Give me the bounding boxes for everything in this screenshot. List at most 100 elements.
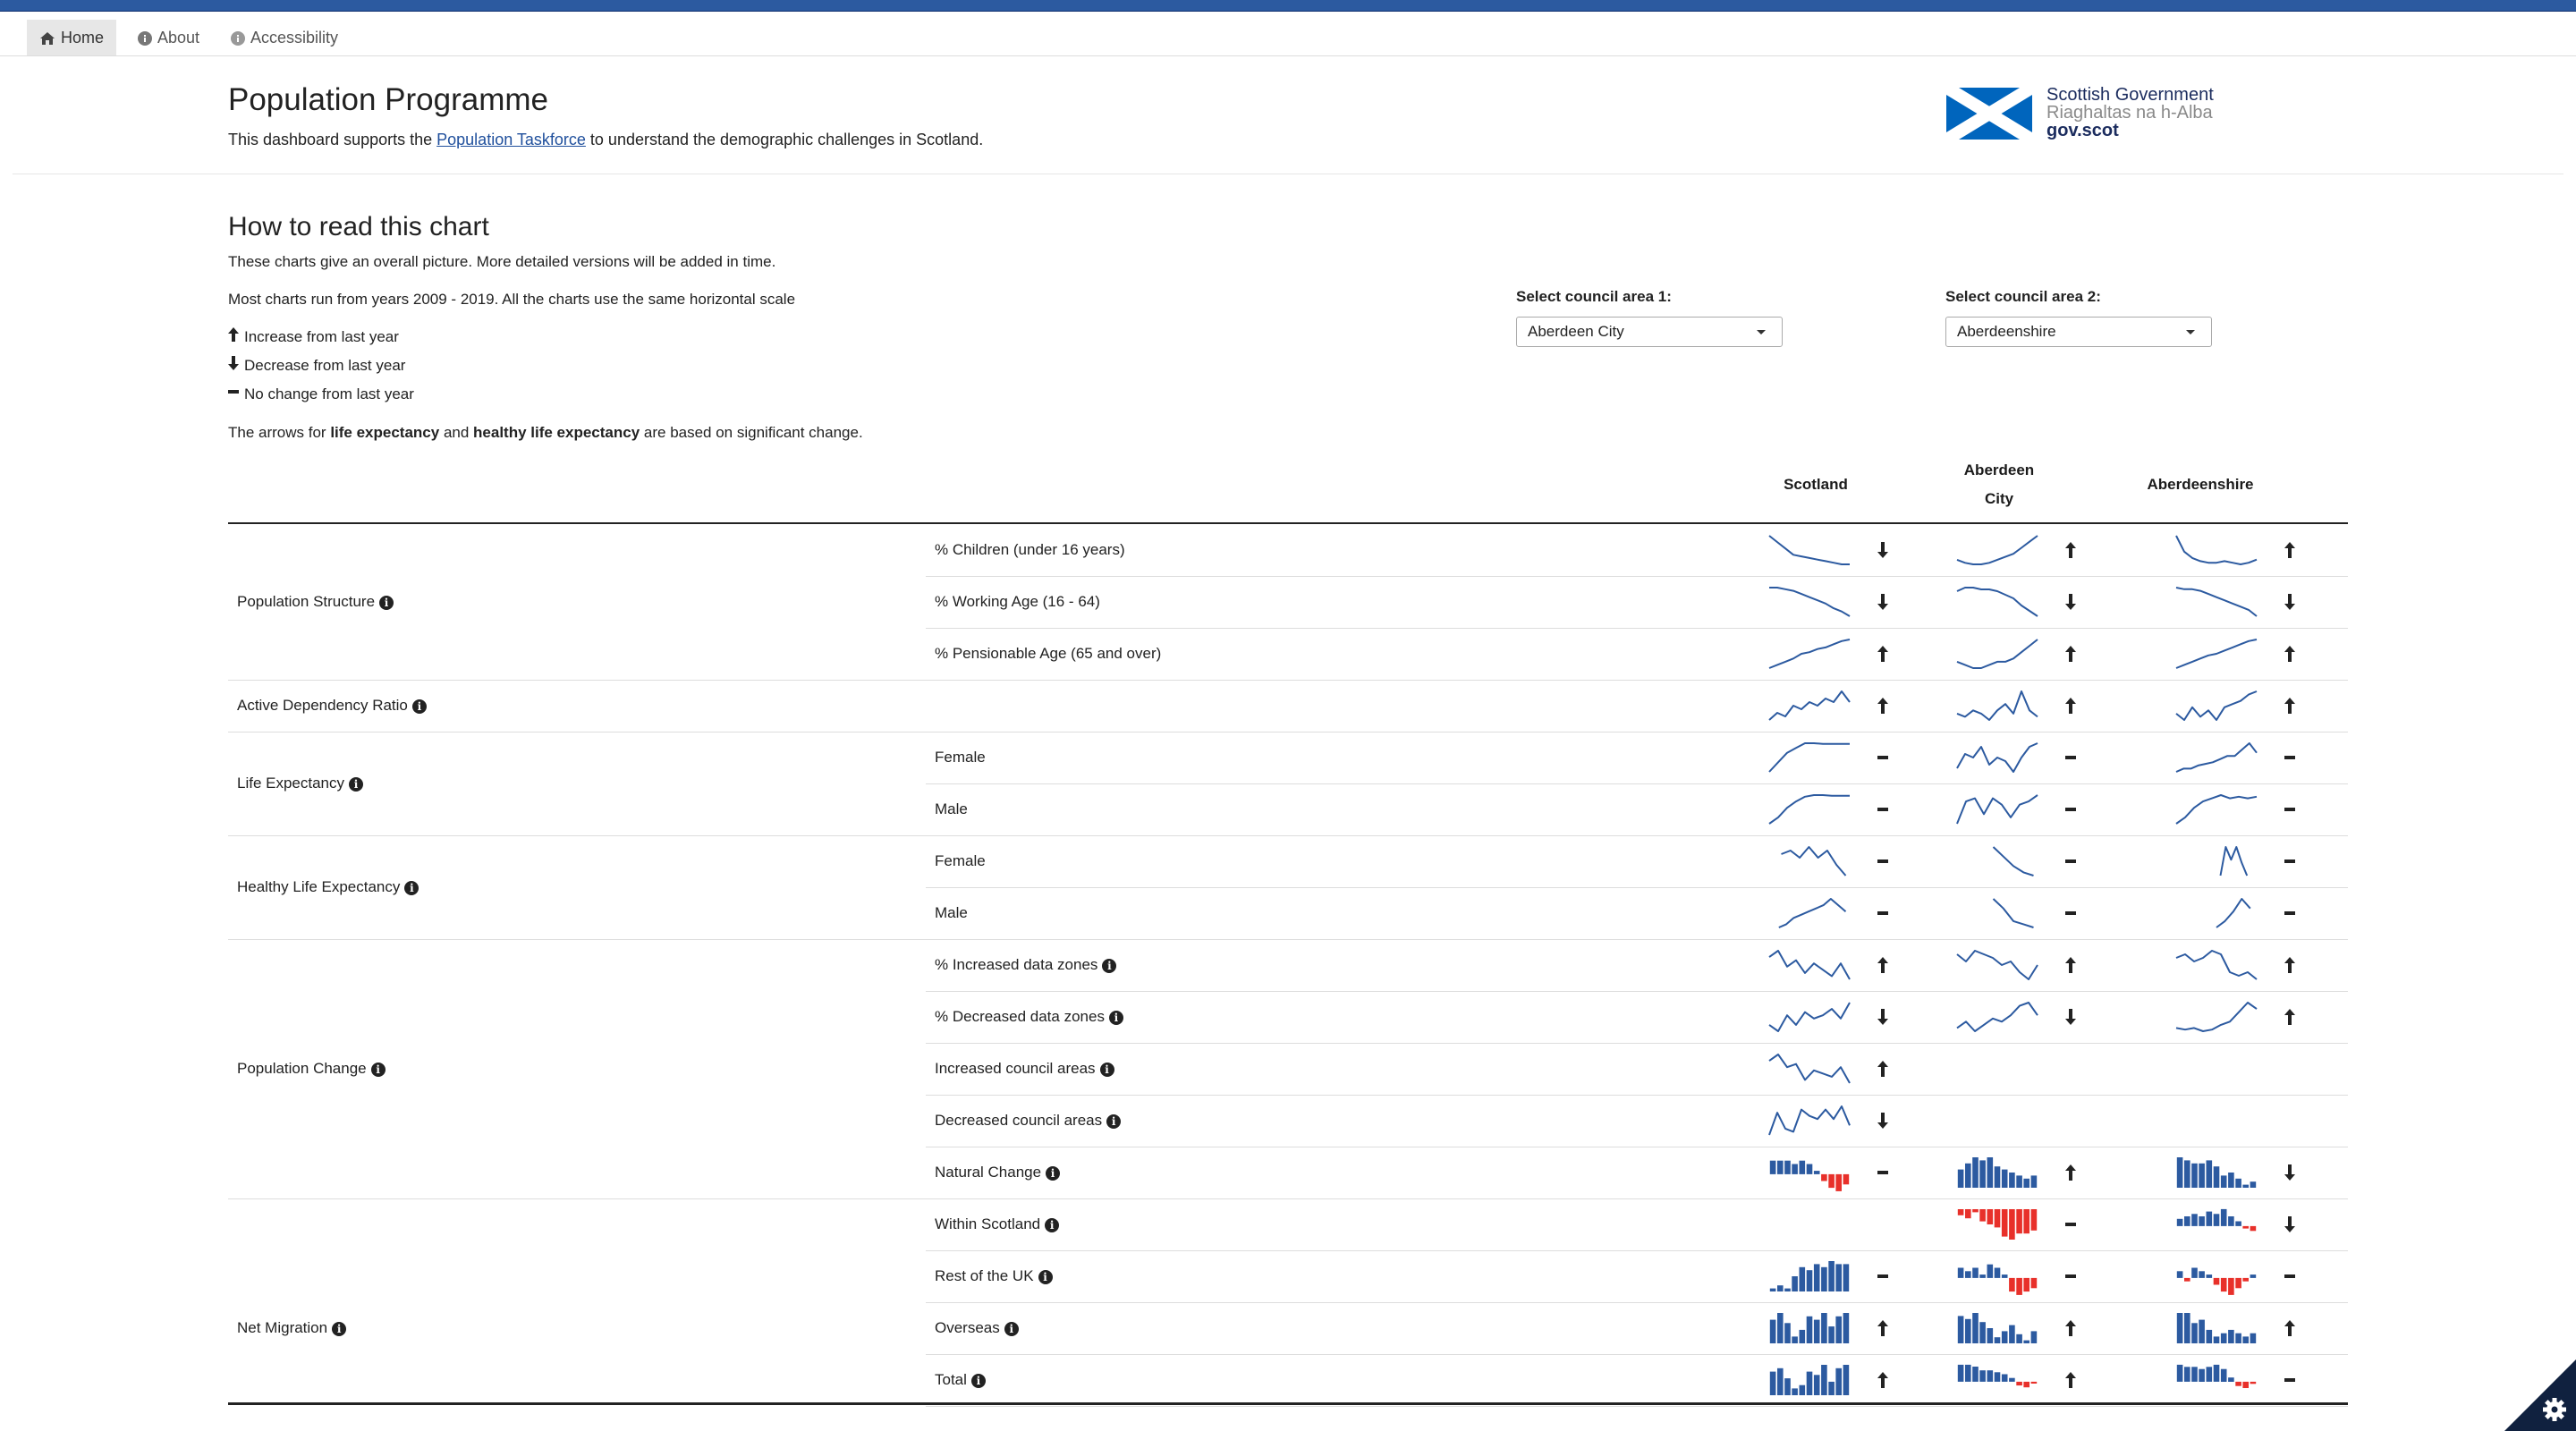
sparkline-bar bbox=[2235, 1221, 2241, 1226]
sparkline-bar bbox=[2213, 1336, 2220, 1343]
sparkline-bar bbox=[1792, 1164, 1798, 1174]
sparkline-bar bbox=[1792, 1388, 1798, 1395]
settings-gear-icon[interactable] bbox=[2504, 1359, 2576, 1431]
sparkline-bar bbox=[2001, 1331, 2008, 1343]
bar-sparkline bbox=[1769, 1261, 1850, 1291]
group-divider bbox=[228, 680, 2348, 681]
indicator-label: Within Scotland i bbox=[935, 1215, 1060, 1233]
line-sparkline bbox=[2219, 846, 2249, 876]
sparkline-bar bbox=[1806, 1371, 1813, 1395]
bar-sparkline bbox=[1769, 1160, 1850, 1191]
sparkline-bar bbox=[1784, 1323, 1791, 1343]
sparkline-path bbox=[1956, 1002, 2038, 1032]
indicator-info-icon[interactable]: i bbox=[1106, 1114, 1122, 1129]
category-info-icon[interactable]: i bbox=[370, 1063, 386, 1077]
sparkline-bar bbox=[2023, 1381, 2029, 1388]
bar-sparkline bbox=[2176, 1267, 2257, 1295]
arrow-down-icon bbox=[1877, 1009, 1888, 1025]
sparkline-path bbox=[1768, 950, 1851, 980]
indicator-label-text: Natural Change bbox=[935, 1164, 1042, 1181]
sparkline-path bbox=[1768, 1054, 1851, 1084]
council-area-1-select[interactable]: Aberdeen City bbox=[1516, 317, 1783, 347]
sparkline-bar bbox=[2030, 1277, 2038, 1289]
sparkline-bar bbox=[2199, 1163, 2205, 1188]
bar-sparkline bbox=[1957, 1364, 2038, 1388]
category-info-icon[interactable]: i bbox=[411, 699, 427, 714]
indicator-label-text: % Children (under 16 years) bbox=[935, 541, 1125, 558]
line-sparkline bbox=[1956, 639, 2038, 669]
indicator-info-icon[interactable]: i bbox=[1038, 1270, 1053, 1284]
sparkline-path bbox=[2175, 950, 2258, 980]
indicator-info-icon[interactable]: i bbox=[1004, 1322, 1019, 1336]
indicator-label: Total i bbox=[935, 1371, 986, 1389]
category-info-icon[interactable]: i bbox=[332, 1322, 347, 1336]
row-divider bbox=[926, 1095, 2348, 1096]
line-sparkline bbox=[1768, 535, 1850, 565]
bar-sparkline bbox=[1769, 1313, 1850, 1343]
category-info-icon[interactable]: i bbox=[404, 881, 419, 895]
sparkline-bar bbox=[2242, 1225, 2249, 1229]
line-sparkline bbox=[1768, 1002, 1851, 1032]
line-sparkline bbox=[1781, 846, 1847, 876]
sparkline-bar bbox=[2184, 1216, 2190, 1226]
category-info-icon[interactable]: i bbox=[349, 777, 364, 792]
sparkline-bar bbox=[1813, 1264, 1820, 1291]
sparkline-bar bbox=[1799, 1266, 1806, 1291]
sparkline-path bbox=[2175, 1002, 2258, 1032]
row-divider bbox=[926, 1302, 2348, 1303]
logo-line2: Riaghaltas na h-Alba bbox=[2046, 103, 2213, 123]
nav-home[interactable]: Home bbox=[27, 20, 117, 55]
arrow-up-icon bbox=[2065, 1164, 2076, 1181]
sparkline-bar bbox=[2250, 1381, 2257, 1384]
council-area-2-select[interactable]: Aberdeenshire bbox=[1945, 317, 2212, 347]
sparkline-path bbox=[1768, 690, 1851, 721]
sparkline-bar bbox=[2030, 1209, 2038, 1231]
sparkline-bar bbox=[2009, 1377, 2015, 1382]
sparkline-bar bbox=[2023, 1178, 2029, 1188]
sparkline-path bbox=[1781, 846, 1847, 876]
indicator-info-icon[interactable]: i bbox=[1099, 1063, 1114, 1077]
legend-increase-label: Increase from last year bbox=[244, 328, 399, 345]
sparkline-bar bbox=[1987, 1209, 1994, 1224]
arrow-down-icon bbox=[2065, 594, 2076, 610]
indicator-info-icon[interactable]: i bbox=[970, 1374, 986, 1388]
sparkline-bar bbox=[2001, 1169, 2008, 1188]
arrow-down-icon bbox=[1877, 542, 1888, 558]
category-info-icon[interactable]: i bbox=[379, 596, 394, 610]
sparkline-bar bbox=[1957, 1364, 1964, 1382]
population-taskforce-link[interactable]: Population Taskforce bbox=[436, 131, 586, 148]
bar-sparkline bbox=[1957, 1313, 2038, 1343]
category-label: Healthy Life Expectancy i bbox=[237, 878, 419, 896]
scottish-government-logo[interactable]: Scottish Government Riaghaltas na h-Alba… bbox=[1946, 86, 2233, 143]
column-header-area-1: Aberdeen City bbox=[1928, 456, 2071, 513]
sparkline-bar bbox=[2023, 1277, 2029, 1292]
indicator-info-icon[interactable]: i bbox=[1046, 1166, 1061, 1181]
category-label: Population Structure i bbox=[237, 593, 394, 611]
dash-icon bbox=[1877, 808, 1888, 811]
indicator-info-icon[interactable]: i bbox=[1045, 1218, 1060, 1232]
sparkline-bar bbox=[2184, 1277, 2190, 1282]
row-divider bbox=[926, 1043, 2348, 1044]
sparkline-bar bbox=[2213, 1277, 2220, 1285]
nav-about[interactable]: About bbox=[125, 20, 212, 55]
sparkline-bar bbox=[2184, 1160, 2190, 1188]
sparkline-bar bbox=[1957, 1316, 1964, 1343]
category-label-text: Healthy Life Expectancy bbox=[237, 878, 401, 895]
dash-icon bbox=[2065, 756, 2076, 759]
category-label-text: Active Dependency Ratio bbox=[237, 697, 408, 714]
indicator-info-icon[interactable]: i bbox=[1102, 959, 1117, 973]
sparkline-bar bbox=[1784, 1160, 1791, 1174]
sparkline-bar bbox=[2184, 1313, 2190, 1343]
arrow-up-icon bbox=[2065, 1372, 2076, 1388]
indicator-label-text: Female bbox=[935, 852, 986, 869]
sparkline-path bbox=[1956, 639, 2038, 669]
council-area-1-label: Select council area 1: bbox=[1516, 288, 1672, 305]
sparkline-bar bbox=[2176, 1218, 2183, 1226]
line-sparkline bbox=[1956, 535, 2038, 565]
table-bottom-border bbox=[228, 1402, 2348, 1405]
sparkline-bar bbox=[2009, 1173, 2015, 1188]
legend-decrease: Decrease from last year bbox=[228, 356, 405, 375]
nav-accessibility[interactable]: Accessibility bbox=[218, 20, 351, 55]
indicator-info-icon[interactable]: i bbox=[1108, 1011, 1123, 1025]
note-bold-2: healthy life expectancy bbox=[473, 424, 640, 441]
